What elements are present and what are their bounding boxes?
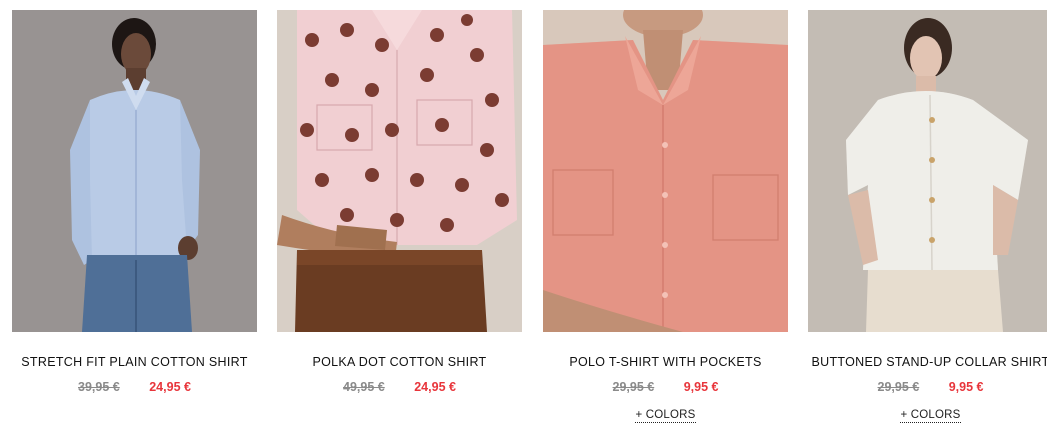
sale-price: 9,95 €: [683, 380, 719, 394]
more-colors-link[interactable]: + COLORS: [635, 409, 696, 423]
product-card: POLO T-SHIRT WITH POCKETS 29,95 € 9,95 €…: [543, 0, 788, 427]
product-prices: 39,95 € 24,95 €: [12, 380, 257, 394]
original-price: 49,95 €: [343, 380, 385, 394]
more-colors-link[interactable]: + COLORS: [900, 409, 961, 423]
product-image-white-shirt[interactable]: [808, 10, 1047, 332]
product-image-polo-tshirt[interactable]: [543, 10, 788, 332]
product-image-light-blue-shirt[interactable]: [12, 10, 257, 332]
product-title[interactable]: POLO T-SHIRT WITH POCKETS: [543, 355, 788, 369]
product-title[interactable]: POLKA DOT COTTON SHIRT: [277, 355, 522, 369]
product-card: BUTTONED STAND-UP COLLAR SHIRT 29,95 € 9…: [808, 0, 1047, 427]
more-colors: + COLORS: [543, 405, 788, 423]
original-price: 39,95 €: [78, 380, 120, 394]
product-card: POLKA DOT COTTON SHIRT 49,95 € 24,95 €: [277, 0, 522, 427]
product-prices: 49,95 € 24,95 €: [277, 380, 522, 394]
more-colors: + COLORS: [808, 405, 1047, 423]
product-prices: 29,95 € 9,95 €: [808, 380, 1047, 394]
product-title[interactable]: STRETCH FIT PLAIN COTTON SHIRT: [12, 355, 257, 369]
product-card: STRETCH FIT PLAIN COTTON SHIRT 39,95 € 2…: [12, 0, 257, 427]
original-price: 29,95 €: [877, 380, 920, 394]
product-grid: STRETCH FIT PLAIN COTTON SHIRT 39,95 € 2…: [0, 0, 1047, 427]
sale-price: 24,95 €: [414, 380, 456, 394]
product-image-polka-dot-shirt[interactable]: [277, 10, 522, 332]
sale-price: 9,95 €: [948, 380, 984, 394]
sale-price: 24,95 €: [149, 380, 191, 394]
original-price: 29,95 €: [612, 380, 655, 394]
product-prices: 29,95 € 9,95 €: [543, 380, 788, 394]
product-title[interactable]: BUTTONED STAND-UP COLLAR SHIRT: [808, 355, 1047, 369]
